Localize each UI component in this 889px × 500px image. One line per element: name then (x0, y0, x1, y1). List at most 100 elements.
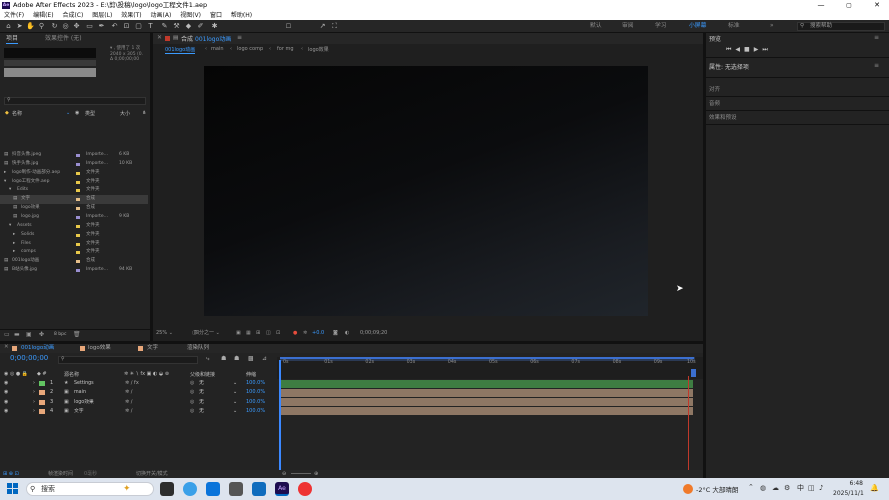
puppet-tool-icon[interactable]: ✱ (210, 22, 219, 31)
project-item[interactable]: ▤ 文字 合成 (0, 195, 148, 205)
workspace-small-screen[interactable]: 小屏幕 (689, 20, 706, 33)
layer-name[interactable]: 文字 (74, 407, 84, 416)
current-time-indicator[interactable] (279, 360, 281, 478)
project-item[interactable]: ▸ Solids 文件夹 (0, 231, 148, 240)
close-tab-icon[interactable]: ✕ (157, 34, 162, 41)
region-of-interest-icon[interactable]: ▣ (236, 329, 241, 338)
workspace-review[interactable]: 审阅 (622, 20, 634, 33)
menu-view[interactable]: 视图(V) (180, 11, 201, 20)
sort-icon[interactable]: ⌄ (66, 110, 70, 116)
taskbar-search[interactable]: ⚲ 搜索 ✦ (26, 482, 154, 496)
pen-tool-icon[interactable]: ✒ (97, 22, 106, 31)
label-color-swatch[interactable] (76, 233, 80, 237)
project-item[interactable]: ▤ logo.jpg Importe... 9 KB (0, 213, 148, 222)
brush-tool-icon[interactable]: ✎ (160, 22, 169, 31)
new-composition-icon[interactable]: ▣ (26, 331, 32, 338)
zoom-tool-icon[interactable]: ⚲ (37, 22, 46, 31)
resolution-dropdown[interactable]: 四分之一 ⌄ (194, 329, 220, 338)
workspace-standard[interactable]: 标准 (728, 20, 740, 33)
rectangle-tool-icon[interactable]: ▭ (85, 22, 94, 31)
effects-presets-panel[interactable]: 效果和预设 (709, 114, 737, 123)
timeline-search-input[interactable]: ⚲ (58, 356, 198, 364)
label-color-swatch[interactable] (76, 242, 80, 246)
layer-duration-bar[interactable] (281, 398, 693, 407)
graph-editor-icon[interactable]: ⊿ (262, 355, 267, 362)
color-channel-icon[interactable]: ● (293, 329, 297, 338)
maximize-button[interactable]: ▢ (837, 0, 861, 11)
tray-expand-icon[interactable]: ⌃ (748, 483, 754, 491)
expand-layer-icon[interactable]: › (33, 398, 35, 407)
breadcrumb-item[interactable]: 001logo动画 (165, 46, 196, 54)
parent-pickwhip-icon[interactable]: ◎ (190, 398, 194, 407)
col-type[interactable]: 类型 (85, 110, 95, 117)
project-item[interactable]: ▤ 001logo动画 合成 (0, 257, 148, 266)
expand-layer-icon[interactable]: › (33, 388, 35, 397)
volume-icon[interactable]: ♪ (819, 484, 823, 492)
bit-depth-label[interactable]: 8 bpc (54, 332, 66, 337)
project-item[interactable]: ▸ logo制作-动画部分.aep 文件夹 (0, 169, 148, 178)
parent-pickwhip-icon[interactable]: ◎ (190, 407, 194, 416)
label-color-swatch[interactable] (76, 171, 80, 175)
timeline-tab-logo-effect[interactable]: logo效果 (88, 344, 111, 353)
expand-layer-icon[interactable]: › (33, 407, 35, 416)
tab-effect-controls[interactable]: 效果控件 (无) (45, 34, 82, 44)
transform-icon[interactable]: ⊡ (122, 22, 131, 31)
frame-blending-icon[interactable]: ▩ (248, 355, 254, 362)
menu-layer[interactable]: 图层(L) (92, 11, 112, 20)
store-icon[interactable] (229, 482, 243, 496)
tab-project[interactable]: 项目 (6, 34, 19, 44)
parent-dropdown[interactable]: 无 ⌄ (199, 388, 239, 396)
layer-stretch[interactable]: 100.0% (246, 379, 265, 388)
undo-icon[interactable]: ↶ (110, 22, 119, 31)
menu-window[interactable]: 窗口 (210, 11, 222, 20)
label-color-swatch[interactable] (76, 162, 80, 166)
project-search-input[interactable]: ⚲ (4, 97, 146, 105)
roto-brush-icon[interactable]: ✐ (196, 22, 205, 31)
weather-text[interactable]: -2°C 大部晴朗 (696, 484, 738, 494)
label-color-swatch[interactable] (76, 207, 80, 211)
workspace-default[interactable]: 默认 (590, 20, 602, 33)
snap-grid-icon[interactable]: ⛶ (330, 22, 339, 31)
3d-view-icon[interactable]: ⊡ (276, 329, 280, 338)
project-item[interactable]: ▸ comps 文件夹 (0, 248, 148, 257)
guides-icon[interactable]: ◫ (266, 329, 271, 338)
task-view-icon[interactable] (160, 482, 174, 496)
interpret-footage-icon[interactable]: ▭ (4, 331, 10, 338)
last-frame-icon[interactable]: ⏭ (762, 46, 771, 53)
parent-pickwhip-icon[interactable]: ◎ (190, 388, 194, 397)
zoom-in-icon[interactable]: ⊕ (314, 470, 318, 478)
tab-menu-icon[interactable]: ≡ (237, 34, 242, 41)
layer-duration-bar[interactable] (281, 407, 693, 416)
first-frame-icon[interactable]: ⏮ (726, 46, 735, 53)
tray-onedrive-icon[interactable]: ☁ (772, 484, 779, 492)
column-options-icon[interactable]: ⋔ (142, 110, 146, 116)
layer-label-color[interactable] (39, 408, 45, 414)
work-area-end-handle[interactable] (691, 369, 696, 377)
layer-switches[interactable]: ✲ ∕ fx (125, 379, 139, 388)
current-time-display[interactable]: 0;00;09;20 (360, 329, 387, 338)
mask-visibility-icon[interactable]: ⊞ (256, 329, 260, 338)
label-color-swatch[interactable] (76, 215, 80, 219)
new-folder-icon[interactable]: ▬ (14, 331, 20, 338)
work-area-range[interactable] (280, 357, 694, 359)
project-item[interactable]: ▤ 抖音头像.jpeg Importe... 6 KB (0, 151, 148, 160)
timeline-tab-001logo[interactable]: 001logo动画 (21, 344, 54, 353)
hand-tool-icon[interactable]: ✋ (26, 22, 35, 31)
layer-label-color[interactable] (39, 399, 45, 405)
eye-icon[interactable]: ◉ (4, 388, 8, 397)
tray-app-icon[interactable]: ◍ (760, 484, 766, 492)
label-color-swatch[interactable] (76, 189, 80, 193)
menu-help[interactable]: 帮助(H) (231, 11, 252, 20)
snapping-checkbox-icon[interactable]: ☐ (284, 22, 293, 31)
close-button[interactable]: ✕ (865, 0, 889, 11)
exposure-icon[interactable]: ✲ (303, 329, 307, 338)
layer-label-color[interactable] (39, 390, 45, 396)
layer-switches[interactable]: ✲ ∕ (125, 398, 132, 407)
project-item[interactable]: ▤ logo效果 合成 (0, 204, 148, 213)
label-color-swatch[interactable] (76, 269, 80, 273)
show-snapshot-icon[interactable]: ◐ (345, 329, 349, 338)
col-size[interactable]: 大小 (120, 110, 130, 117)
layer-switches[interactable]: ✲ ∕ (125, 407, 132, 416)
toggle-switches-modes[interactable]: 切换开关/模式 (136, 470, 168, 478)
label-color-swatch[interactable] (76, 154, 80, 157)
